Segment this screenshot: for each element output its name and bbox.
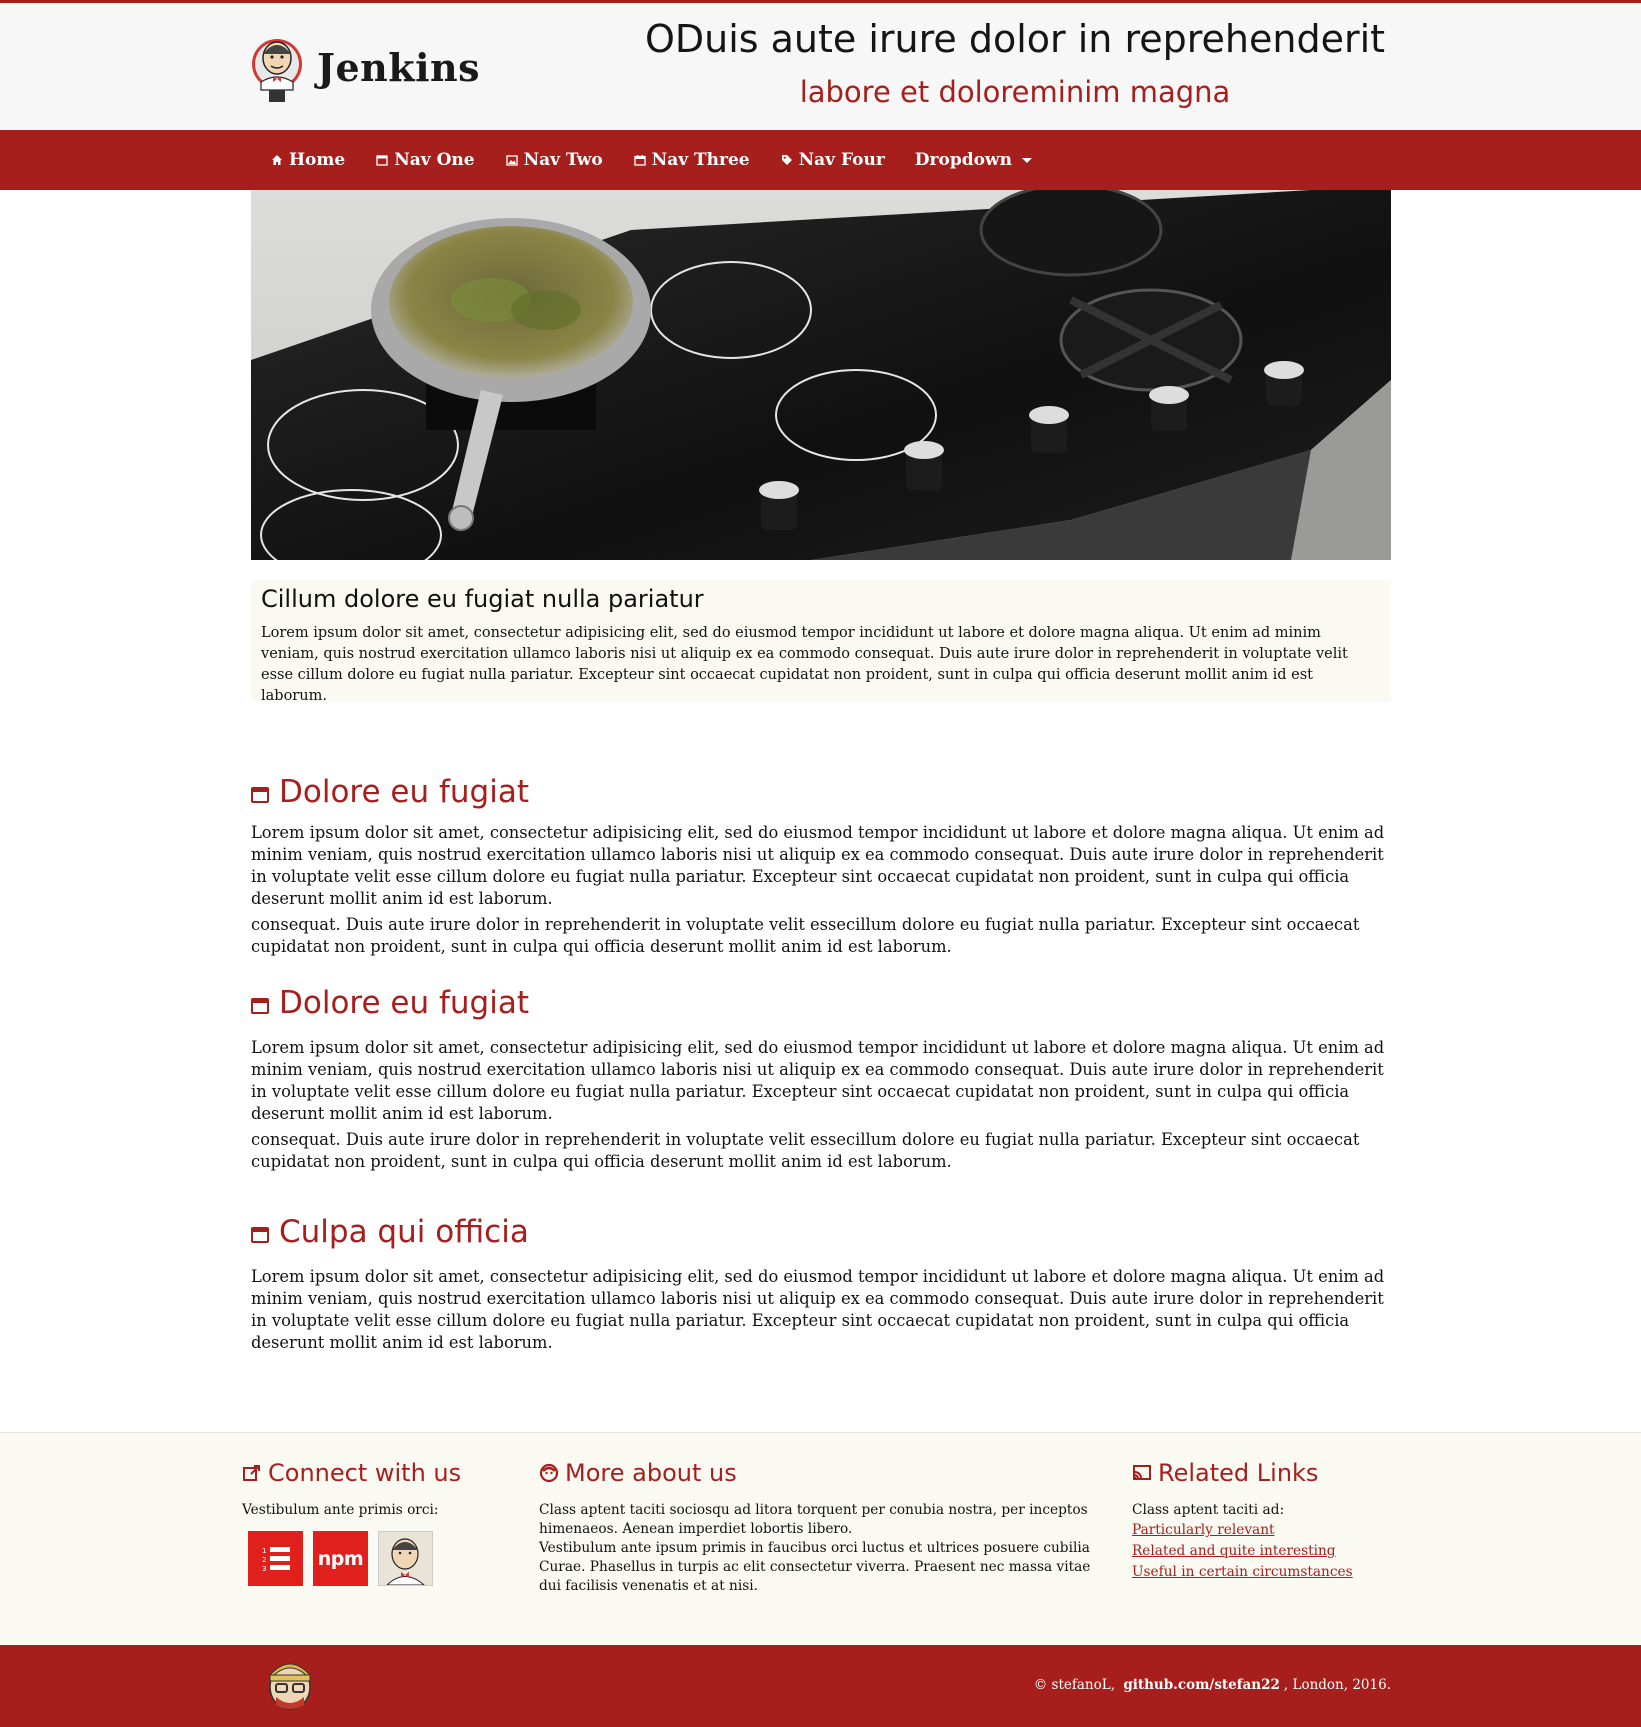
about-paragraph-1: Class aptent taciti sociosqu ad litora t… [539, 1502, 1088, 1537]
intro-panel: Cillum dolore eu fugiat nulla pariatur L… [251, 580, 1391, 704]
smile-icon [539, 1463, 559, 1483]
nav-two-label: Nav Two [523, 150, 603, 170]
list-icon[interactable]: 1 2 3 [248, 1531, 303, 1586]
copyright-owner: © stefanoL, [1033, 1677, 1116, 1693]
footer-about: More about us Class aptent taciti socios… [539, 1457, 1099, 1596]
related-link-3[interactable]: Useful in certain circumstances [1132, 1562, 1402, 1583]
section-3-paragraph-1: Lorem ipsum dolor sit amet, consectetur … [251, 1267, 1385, 1352]
section-1-title-row: Dolore eu fugiat [251, 772, 1391, 812]
section-2-paragraph-2: consequat. Duis aute irure dolor in repr… [251, 1130, 1360, 1171]
site-header: Jenkins ODuis aute irure dolor in repreh… [0, 3, 1641, 130]
copyright-location: , London, 2016. [1283, 1677, 1391, 1693]
header-title: ODuis aute irure dolor in reprehenderit [644, 17, 1386, 61]
connect-title-row: Connect with us [242, 1457, 492, 1489]
related-link-2[interactable]: Related and quite interesting [1132, 1541, 1402, 1562]
nav-three-label: Nav Three [651, 150, 750, 170]
bottom-bar: © stefanoL, github.com/stefan22, London,… [0, 1645, 1641, 1727]
connect-title: Connect with us [268, 1459, 462, 1487]
content-section-1: Dolore eu fugiat Lorem ipsum dolor sit a… [251, 772, 1391, 958]
related-lead: Class aptent taciti ad: [1132, 1502, 1285, 1518]
section-3-title-row: Culpa qui officia [251, 1212, 1391, 1252]
nav-dropdown-label: Dropdown [914, 150, 1012, 170]
logo-text: Jenkins [317, 44, 481, 90]
section-2-paragraph-1: Lorem ipsum dolor sit amet, consectetur … [251, 1038, 1385, 1123]
intro-text: Lorem ipsum dolor sit amet, consectetur … [261, 625, 1348, 704]
tag-icon [780, 153, 794, 167]
section-2-title: Dolore eu fugiat [279, 985, 529, 1021]
header-subtitle: labore et doloreminim magna [799, 75, 1231, 109]
svg-text:1: 1 [262, 1547, 266, 1555]
copyright-text: © stefanoL, github.com/stefan22, London,… [1034, 1677, 1391, 1693]
svg-text:2: 2 [262, 1556, 266, 1564]
social-links: 1 2 3 npm [248, 1531, 492, 1586]
github-link[interactable]: github.com/stefan22 [1123, 1677, 1280, 1693]
nav-one-label: Nav One [394, 150, 475, 170]
site-footer: Connect with us Vestibulum ante primis o… [0, 1432, 1641, 1645]
npm-icon[interactable]: npm [313, 1531, 368, 1586]
calendar-icon [633, 153, 647, 167]
related-title: Related Links [1158, 1459, 1319, 1487]
npm-label: npm [317, 1547, 364, 1570]
main-navbar: Home Nav One Nav Two Nav Three Nav Four [0, 130, 1641, 190]
window-icon [251, 998, 269, 1014]
about-title: More about us [565, 1459, 737, 1487]
nav-home-label: Home [289, 150, 346, 170]
jenkins-logo-icon [252, 39, 302, 102]
hero-image-cooktop [251, 190, 1391, 560]
window-icon [375, 153, 389, 167]
footer-connect: Connect with us Vestibulum ante primis o… [242, 1457, 492, 1586]
cast-icon [1132, 1463, 1152, 1483]
external-link-icon [242, 1463, 262, 1483]
jenkins-mascot-icon [269, 1663, 311, 1710]
intro-title: Cillum dolore eu fugiat nulla pariatur [261, 585, 704, 613]
nav-four-label: Nav Four [798, 150, 885, 170]
site-logo[interactable]: Jenkins [249, 27, 509, 107]
related-link-1[interactable]: Particularly relevant [1132, 1520, 1402, 1541]
caret-down-icon [1021, 157, 1032, 163]
related-title-row: Related Links [1132, 1457, 1402, 1489]
jenkins-icon[interactable] [378, 1531, 433, 1586]
about-paragraph-2: Vestibulum ante ipsum primis in faucibus… [539, 1540, 1091, 1594]
section-1-paragraph-1: Lorem ipsum dolor sit amet, consectetur … [251, 823, 1385, 908]
footer-related: Related Links Class aptent taciti ad: Pa… [1132, 1457, 1402, 1583]
content-section-2: Dolore eu fugiat Lorem ipsum dolor sit a… [251, 983, 1391, 1173]
section-3-title: Culpa qui officia [279, 1214, 529, 1250]
svg-text:3: 3 [262, 1565, 266, 1573]
home-icon [270, 153, 284, 167]
section-2-title-row: Dolore eu fugiat [251, 983, 1391, 1023]
nav-four[interactable]: Nav Four [780, 150, 885, 170]
connect-lead: Vestibulum ante primis orci: [242, 1502, 439, 1518]
related-links: Particularly relevant Related and quite … [1132, 1520, 1402, 1583]
nav-home[interactable]: Home [270, 150, 345, 170]
content-section-3: Culpa qui officia Lorem ipsum dolor sit … [251, 1212, 1391, 1354]
picture-icon [505, 153, 519, 167]
nav-one[interactable]: Nav One [375, 150, 475, 170]
section-1-title: Dolore eu fugiat [279, 774, 529, 810]
section-1-paragraph-2: consequat. Duis aute irure dolor in repr… [251, 915, 1360, 956]
window-icon [251, 787, 269, 803]
nav-dropdown[interactable]: Dropdown [915, 150, 1032, 170]
window-icon [251, 1227, 269, 1243]
nav-two[interactable]: Nav Two [505, 150, 603, 170]
nav-three[interactable]: Nav Three [633, 150, 750, 170]
about-title-row: More about us [539, 1457, 1099, 1489]
